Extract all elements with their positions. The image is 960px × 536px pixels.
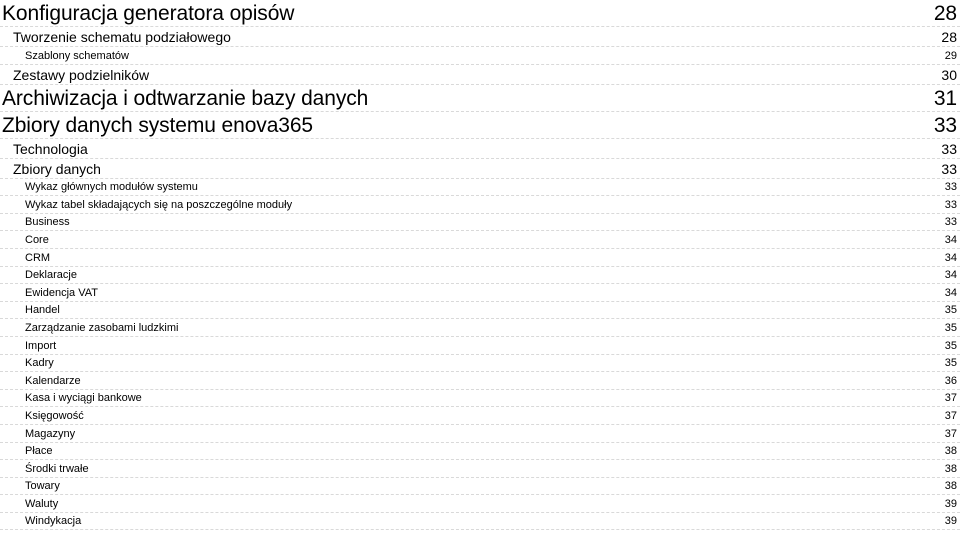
toc-entry-page-number: 38 xyxy=(931,460,957,477)
toc-entry[interactable]: Deklaracje 34 xyxy=(0,267,960,285)
toc-entry-page-number: 28 xyxy=(919,1,957,26)
toc-entry-page-number: 35 xyxy=(931,319,957,336)
toc-entry-page-number: 36 xyxy=(931,372,957,389)
toc-entry-label: Waluty xyxy=(25,495,65,512)
toc-entry[interactable]: Płace 38 xyxy=(0,443,960,461)
toc-entry-label: Magazyny xyxy=(25,425,82,442)
toc-entry-label: Kasa i wyciągi bankowe xyxy=(25,390,148,407)
toc-entry-label: Core xyxy=(25,231,55,248)
toc-entry-label: Towary xyxy=(25,478,66,495)
toc-entry[interactable]: Kadry 35 xyxy=(0,355,960,373)
toc-entry-page-number: 33 xyxy=(927,159,957,178)
toc-entry-page-number: 34 xyxy=(931,231,957,248)
toc-entry-label: CRM xyxy=(25,249,57,266)
toc-entry[interactable]: Konfiguracja generatora opisów 28 xyxy=(0,0,960,27)
toc-entry-page-number: 37 xyxy=(931,425,957,442)
toc-entry-label: Zarządzanie zasobami ludzkimi xyxy=(25,319,185,336)
toc-entry[interactable]: Technologia 33 xyxy=(0,139,960,159)
toc-entry-label: Konfiguracja generatora opisów xyxy=(2,1,301,26)
toc-entry-label: Płace xyxy=(25,443,59,460)
toc-entry[interactable]: Towary 38 xyxy=(0,478,960,496)
toc-entry[interactable]: Kasa i wyciągi bankowe 37 xyxy=(0,390,960,408)
toc-entry-page-number: 30 xyxy=(927,65,957,84)
toc-entry[interactable]: Kalendarze 36 xyxy=(0,372,960,390)
toc-entry-label: Środki trwałe xyxy=(25,460,95,477)
toc-entry-page-number: 35 xyxy=(931,302,957,319)
toc-entry-label: Zbiory danych systemu enova365 xyxy=(2,112,320,138)
table-of-contents: Konfiguracja generatora opisów 28 Tworzeni… xyxy=(0,0,960,531)
toc-entry-label: Tworzenie schematu podziałowego xyxy=(13,28,237,46)
toc-entry-label: Zbiory danych xyxy=(13,159,107,178)
toc-entry-label: Deklaracje xyxy=(25,267,83,284)
toc-entry-page-number: 34 xyxy=(931,267,957,284)
toc-entry[interactable]: Wykaz głównych modułów systemu 33 xyxy=(0,179,960,197)
toc-entry[interactable]: Windykacja 39 xyxy=(0,513,960,531)
toc-entry[interactable]: Magazyny 37 xyxy=(0,425,960,443)
toc-entry-page-number: 35 xyxy=(931,337,957,354)
toc-entry-label: Import xyxy=(25,337,63,354)
toc-entry[interactable]: Tworzenie schematu podziałowego 28 xyxy=(0,27,960,47)
toc-entry[interactable]: Archiwizacja i odtwarzanie bazy danych 31 xyxy=(0,85,960,112)
toc-entry-page-number: 33 xyxy=(919,112,957,138)
toc-entry-page-number: 33 xyxy=(931,214,957,231)
toc-entry-page-number: 29 xyxy=(931,47,957,64)
toc-entry-label: Szablony schematów xyxy=(25,47,135,64)
toc-entry[interactable]: Księgowość 37 xyxy=(0,407,960,425)
toc-entry-label: Wykaz głównych modułów systemu xyxy=(25,179,204,196)
toc-entry-page-number: 34 xyxy=(931,284,957,301)
toc-entry[interactable]: Środki trwałe 38 xyxy=(0,460,960,478)
toc-entry-page-number: 33 xyxy=(931,179,957,196)
toc-entry-page-number: 33 xyxy=(931,196,957,213)
toc-entry-page-number: 39 xyxy=(931,495,957,512)
toc-entry[interactable]: Import 35 xyxy=(0,337,960,355)
toc-entry-page-number: 39 xyxy=(931,513,957,530)
toc-entry[interactable]: Core 34 xyxy=(0,231,960,249)
toc-entry-label: Kalendarze xyxy=(25,372,87,389)
toc-entry-page-number: 33 xyxy=(927,139,957,158)
toc-entry[interactable]: Zbiory danych 33 xyxy=(0,159,960,179)
toc-entry-label: Kadry xyxy=(25,355,60,372)
toc-entry-label: Handel xyxy=(25,302,66,319)
toc-entry[interactable]: Szablony schematów 29 xyxy=(0,47,960,65)
toc-entry-label: Ewidencja VAT xyxy=(25,284,104,301)
toc-entry-page-number: 37 xyxy=(931,390,957,407)
toc-entry-page-number: 31 xyxy=(919,85,957,111)
toc-entry-page-number: 28 xyxy=(927,28,957,46)
toc-entry[interactable]: Zestawy podzielników 30 xyxy=(0,65,960,85)
toc-entry-page-number: 38 xyxy=(931,443,957,460)
toc-entry-page-number: 38 xyxy=(931,478,957,495)
toc-entry[interactable]: Zarządzanie zasobami ludzkimi 35 xyxy=(0,319,960,337)
toc-entry[interactable]: Waluty 39 xyxy=(0,495,960,513)
toc-entry[interactable]: Wykaz tabel składających się na poszczeg… xyxy=(0,196,960,214)
toc-entry-label: Wykaz tabel składających się na poszczeg… xyxy=(25,196,299,213)
toc-entry-label: Archiwizacja i odtwarzanie bazy danych xyxy=(2,85,375,111)
toc-entry-label: Zestawy podzielników xyxy=(13,65,156,84)
toc-entry[interactable]: Ewidencja VAT 34 xyxy=(0,284,960,302)
toc-entry-label: Księgowość xyxy=(25,407,90,424)
toc-entry[interactable]: Handel 35 xyxy=(0,302,960,320)
toc-entry[interactable]: CRM 34 xyxy=(0,249,960,267)
toc-entry-page-number: 37 xyxy=(931,407,957,424)
toc-entry[interactable]: Zbiory danych systemu enova365 33 xyxy=(0,112,960,139)
toc-entry-label: Business xyxy=(25,214,76,231)
toc-entry-page-number: 34 xyxy=(931,249,957,266)
toc-entry-label: Windykacja xyxy=(25,513,88,530)
toc-entry-page-number: 35 xyxy=(931,355,957,372)
toc-entry-label: Technologia xyxy=(13,139,94,158)
toc-entry[interactable]: Business 33 xyxy=(0,214,960,232)
